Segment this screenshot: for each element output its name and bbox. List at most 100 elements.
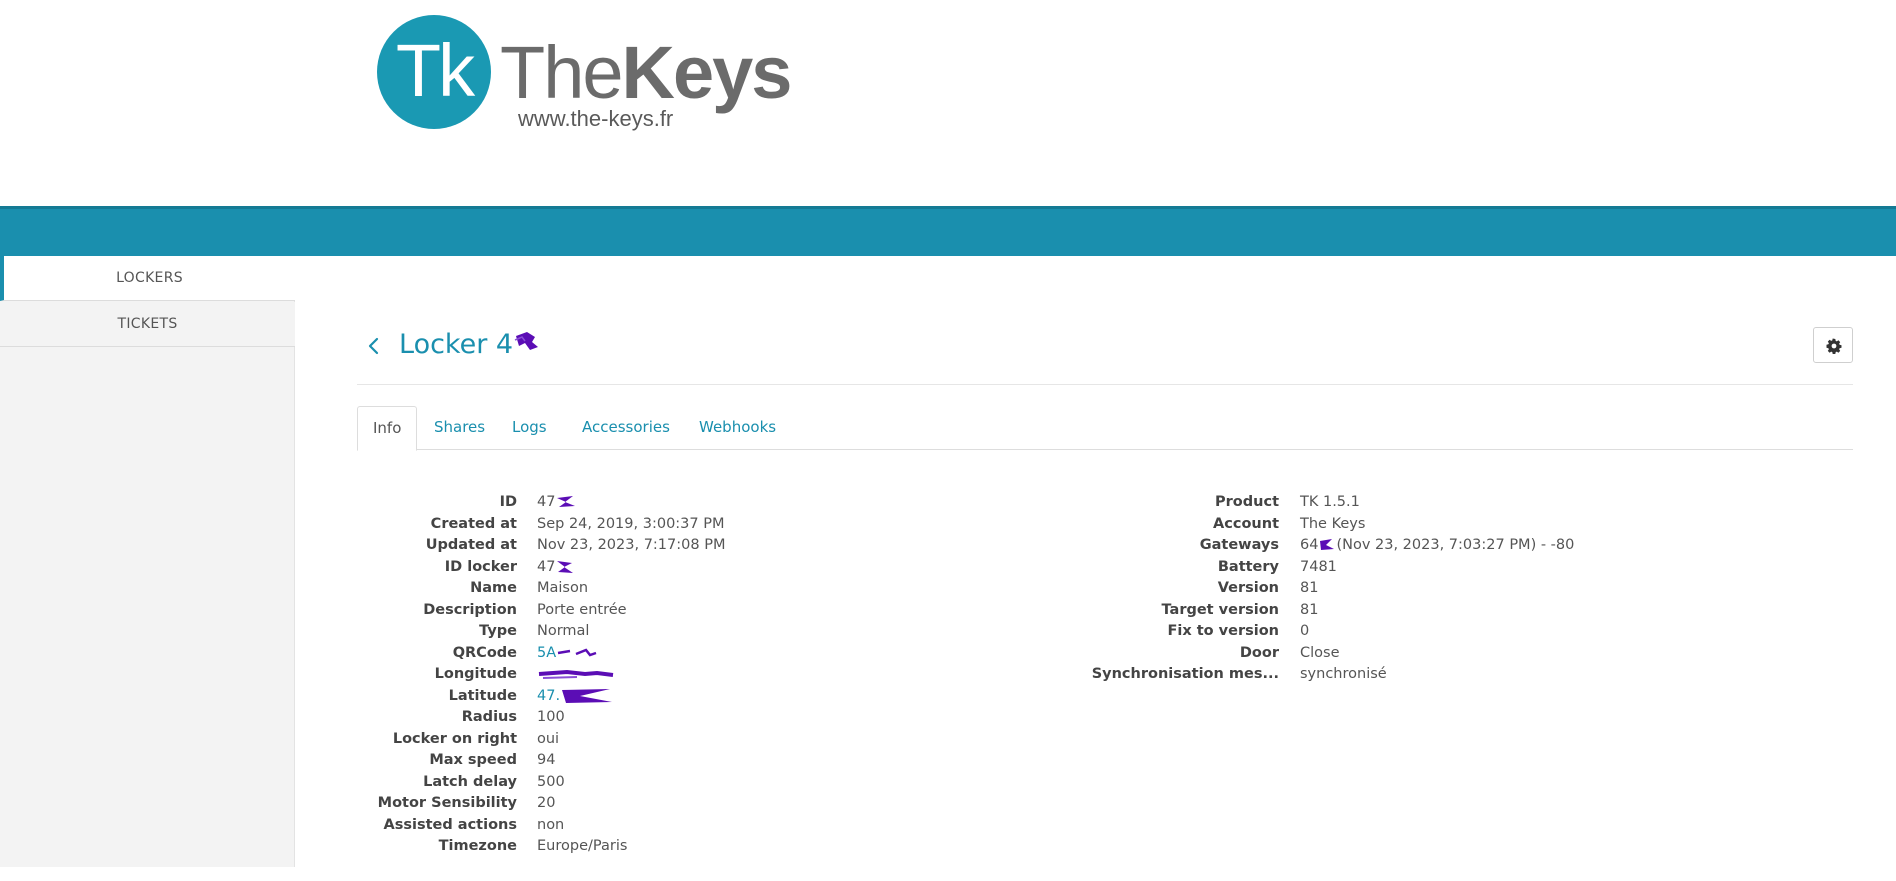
top-navigation-bar — [0, 206, 1896, 256]
info-row-product: Product TK 1.5.1 — [1057, 492, 1853, 514]
info-left-column: ID 47 Created at Sep 24, 2019, 3:00:37 P… — [357, 492, 1057, 858]
info-right-column: Product TK 1.5.1 Account The Keys Gatewa… — [1057, 492, 1853, 686]
latitude-link[interactable]: 47. — [537, 686, 616, 708]
main-content: Locker 4 Info Shares Logs Accessories We… — [357, 256, 1853, 867]
info-label: Motor Sensibility — [377, 795, 517, 811]
info-label: QRCode — [452, 644, 517, 661]
info-value: Sep 24, 2019, 3:00:37 PM — [537, 515, 725, 532]
logo-wordmark: TheKeys — [500, 35, 792, 111]
redaction-mark — [513, 327, 545, 365]
info-row-id-locker: ID locker 47 — [357, 557, 1057, 579]
info-row-latch-delay: Latch delay 500 — [357, 772, 1057, 794]
chevron-left-icon[interactable] — [363, 333, 385, 359]
sidebar: LOCKERS TICKETS — [0, 256, 295, 867]
settings-button[interactable] — [1813, 327, 1853, 363]
info-row-type: Type Normal — [357, 621, 1057, 643]
redaction-mark — [1320, 539, 1335, 550]
info-row-gateways: Gateways 64 (Nov 23, 2023, 7:03:27 PM) - … — [1057, 535, 1853, 557]
logo-word-the: The — [500, 31, 624, 114]
tab-shares[interactable]: Shares — [419, 406, 500, 450]
header: Tk TheKeys www.the-keys.fr — [0, 0, 1896, 206]
info-value: Close — [1300, 644, 1340, 661]
info-label: Latch delay — [423, 773, 517, 790]
info-label: Updated at — [425, 537, 517, 553]
sidebar-item-lockers[interactable]: LOCKERS — [0, 256, 295, 301]
info-value: Europe/Paris — [537, 838, 628, 854]
tab-bar: Info Shares Logs Accessories Webhooks — [357, 406, 1853, 451]
sidebar-item-tickets[interactable]: TICKETS — [0, 302, 295, 347]
tab-info[interactable]: Info — [357, 406, 417, 451]
info-label: Version — [1217, 580, 1279, 596]
info-value: 81 — [1300, 601, 1319, 618]
logo-monogram-circle: Tk — [377, 15, 491, 129]
info-label: Name — [470, 580, 517, 596]
info-label: ID locker — [444, 558, 517, 575]
info-label: Description — [423, 601, 517, 618]
info-row-target-version: Target version 81 — [1057, 600, 1853, 622]
info-value: Maison — [537, 580, 589, 596]
info-value: 7481 — [1300, 558, 1337, 575]
info-value: 20 — [537, 795, 556, 811]
info-row-longitude: Longitude — [357, 664, 1057, 686]
info-label: Max speed — [429, 752, 517, 768]
info-value: TK 1.5.1 — [1300, 494, 1360, 510]
redaction-mark — [562, 688, 613, 703]
info-label: ID — [499, 494, 517, 510]
info-value: The Keys — [1300, 515, 1366, 532]
info-label: Latitude — [448, 687, 517, 704]
info-row-account: Account The Keys — [1057, 514, 1853, 536]
thekeys-logo: Tk TheKeys www.the-keys.fr — [377, 15, 792, 133]
logo-word-keys: Keys — [621, 31, 793, 114]
info-value: Normal — [537, 623, 590, 639]
redaction-mark — [557, 647, 597, 656]
info-row-radius: Radius 100 — [357, 707, 1057, 729]
tab-accessories[interactable]: Accessories — [567, 406, 685, 450]
page-header: Locker 4 — [357, 326, 1853, 386]
page-title-text: Locker 4 — [399, 329, 514, 360]
longitude-link[interactable] — [537, 664, 617, 686]
info-row-id: ID 47 — [357, 492, 1057, 514]
info-row-battery: Battery 7481 — [1057, 557, 1853, 579]
header-divider — [357, 384, 1853, 385]
info-row-locker-on-right: Locker on right oui — [357, 729, 1057, 751]
redaction-mark — [557, 560, 574, 573]
info-row-door: Door Close — [1057, 643, 1853, 665]
info-label: Product — [1215, 494, 1279, 510]
info-label: Target version — [1161, 601, 1279, 618]
tab-webhooks[interactable]: Webhooks — [684, 406, 791, 450]
info-row-updated-at: Updated at Nov 23, 2023, 7:17:08 PM — [357, 535, 1057, 557]
info-label: Fix to version — [1167, 623, 1279, 639]
top-bar-edge — [0, 206, 1896, 209]
info-label: Battery — [1217, 558, 1279, 575]
info-row-qrcode: QRCode 5A — [357, 643, 1057, 665]
info-row-max-speed: Max speed 94 — [357, 750, 1057, 772]
info-value: 81 — [1300, 580, 1319, 596]
info-label: Longitude — [434, 666, 517, 682]
qrcode-link[interactable]: 5A — [537, 643, 604, 665]
info-label: Gateways — [1199, 537, 1279, 553]
info-label: Assisted actions — [383, 816, 517, 833]
info-label: Radius — [461, 709, 517, 725]
info-value: 47 — [537, 492, 577, 514]
info-row-assisted-actions: Assisted actions non — [357, 815, 1057, 837]
tab-logs[interactable]: Logs — [497, 406, 562, 450]
info-label: Locker on right — [392, 730, 517, 747]
info-row-timezone: Timezone Europe/Paris — [357, 836, 1057, 858]
logo-monogram: Tk — [395, 29, 475, 112]
info-label: Synchronisation mes... — [1091, 666, 1279, 682]
logo-url: www.the-keys.fr — [518, 106, 674, 131]
info-value: oui — [537, 730, 560, 747]
info-row-created-at: Created at Sep 24, 2019, 3:00:37 PM — [357, 514, 1057, 536]
page-title: Locker 4 — [399, 326, 545, 365]
redaction-mark — [538, 669, 614, 679]
info-value: Porte entrée — [537, 601, 627, 618]
info-value: non — [537, 816, 565, 833]
info-label: Timezone — [438, 838, 517, 854]
info-row-motor-sensibility: Motor Sensibility 20 — [357, 793, 1057, 815]
info-value: 0 — [1300, 623, 1310, 639]
info-row-synchronisation: Synchronisation mes... synchronisé — [1057, 664, 1853, 686]
info-value: Nov 23, 2023, 7:17:08 PM — [537, 537, 726, 553]
info-row-fix-to-version: Fix to version 0 — [1057, 621, 1853, 643]
info-label: Type — [479, 623, 517, 639]
info-label: Door — [1239, 644, 1279, 661]
